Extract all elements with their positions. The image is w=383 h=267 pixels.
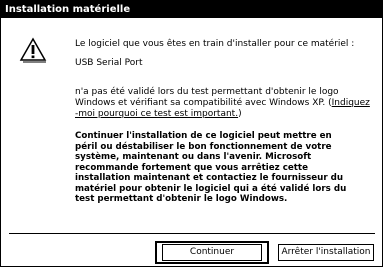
- warning-triangle-icon: [19, 37, 47, 63]
- installation-dialog: Installation matérielle Le logiciel que …: [0, 0, 383, 267]
- warning-line: matériel pour obtenir le logiciel qui a …: [75, 183, 347, 194]
- why-important-link[interactable]: Indiquez: [332, 98, 370, 108]
- validation-line-text: Windows et vérifiant sa compatibilité av…: [75, 98, 332, 108]
- warning-line: péril ou déstabiliser le bon fonctionnem…: [75, 141, 332, 152]
- validation-line: -moi pourquoi ce test est important.): [75, 109, 375, 120]
- validation-line: n'a pas été validé lors du test permetta…: [75, 87, 339, 97]
- warning-line: test permettant d'obtenir le logo Window…: [75, 194, 288, 204]
- intro-text: Le logiciel que vous êtes en train d'ins…: [75, 39, 355, 49]
- stop-installation-button[interactable]: Arrêter l'installation: [278, 244, 374, 261]
- title-bar[interactable]: Installation matérielle: [1, 1, 382, 18]
- paren-close: ): [238, 109, 242, 119]
- window-title: Installation matérielle: [5, 4, 131, 15]
- warning-line: Continuer l'installation de ce logiciel …: [75, 131, 332, 141]
- validation-line: Windows et vérifiant sa compatibilité av…: [75, 98, 375, 109]
- separator: [9, 233, 375, 234]
- warning-line: système, maintenant ou dans l'avenir. Mi…: [75, 152, 312, 162]
- why-important-link-cont[interactable]: -moi pourquoi ce test est important.: [75, 109, 238, 119]
- warning-text: Continuer l'installation de ce logiciel …: [75, 131, 375, 205]
- device-name: USB Serial Port: [75, 58, 143, 68]
- warning-line: installation maintenant et contactiez le…: [75, 173, 344, 183]
- warning-line: recommande fortement que vous arrêtiez c…: [75, 162, 308, 173]
- continue-button[interactable]: Continuer: [162, 244, 262, 261]
- validation-text: n'a pas été validé lors du test permetta…: [75, 87, 375, 120]
